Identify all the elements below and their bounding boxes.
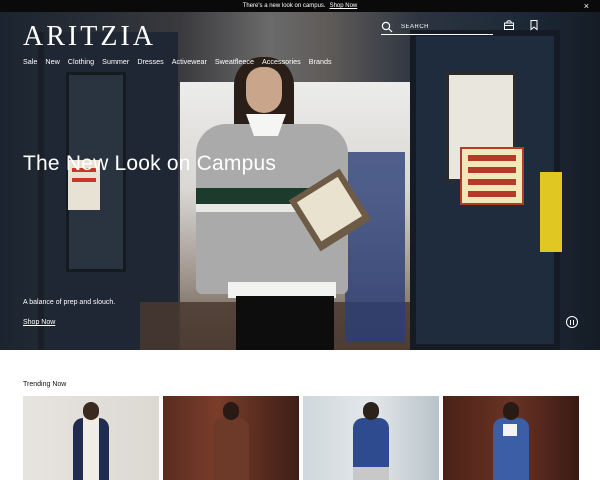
pause-icon[interactable] bbox=[566, 316, 578, 328]
promo-shop-now-link[interactable]: Shop Now bbox=[330, 3, 358, 9]
product-image bbox=[211, 402, 251, 480]
product-image bbox=[351, 402, 391, 480]
promo-bar: There's a new look on campus. Shop Now × bbox=[0, 0, 600, 12]
nav-item-sweatfleece[interactable]: Sweatfleece bbox=[215, 57, 254, 66]
product-image bbox=[491, 402, 531, 480]
hero-title: The New Look on Campus bbox=[23, 152, 277, 175]
nav-item-brands[interactable]: Brands bbox=[309, 57, 332, 66]
trending-product-list bbox=[23, 396, 579, 480]
product-card-navy-cream-zip-sweater[interactable] bbox=[23, 396, 159, 480]
nav-item-sale[interactable]: Sale bbox=[23, 57, 37, 66]
nav-item-dresses[interactable]: Dresses bbox=[137, 57, 163, 66]
search-input[interactable] bbox=[401, 23, 491, 30]
nav-item-activewear[interactable]: Activewear bbox=[172, 57, 207, 66]
nav-item-new[interactable]: New bbox=[45, 57, 59, 66]
hero-subtitle: A balance of prep and slouch. bbox=[23, 299, 116, 306]
nav-item-clothing[interactable]: Clothing bbox=[68, 57, 94, 66]
promo-message: There's a new look on campus. bbox=[242, 3, 326, 9]
wishlist-bookmark-icon[interactable] bbox=[528, 19, 540, 31]
product-card-brown-hoodie[interactable] bbox=[163, 396, 299, 480]
main-nav: Sale New Clothing Summer Dresses Activew… bbox=[23, 57, 332, 66]
nav-item-summer[interactable]: Summer bbox=[102, 57, 129, 66]
search-bar[interactable] bbox=[381, 19, 493, 35]
product-card-blue-varsity-sweater[interactable] bbox=[443, 396, 579, 480]
trending-now-heading: Trending Now bbox=[23, 381, 67, 388]
aritzia-logo[interactable]: ARITZIA bbox=[23, 21, 156, 53]
close-icon[interactable]: × bbox=[584, 1, 589, 11]
nav-item-accessories[interactable]: Accessories bbox=[262, 57, 301, 66]
hero-shop-now-link[interactable]: Shop Now bbox=[23, 319, 55, 326]
product-card-blue-long-sleeve-top[interactable] bbox=[303, 396, 439, 480]
product-image bbox=[71, 402, 111, 480]
shopping-bag-icon[interactable] bbox=[503, 19, 515, 31]
search-icon[interactable] bbox=[381, 21, 393, 33]
